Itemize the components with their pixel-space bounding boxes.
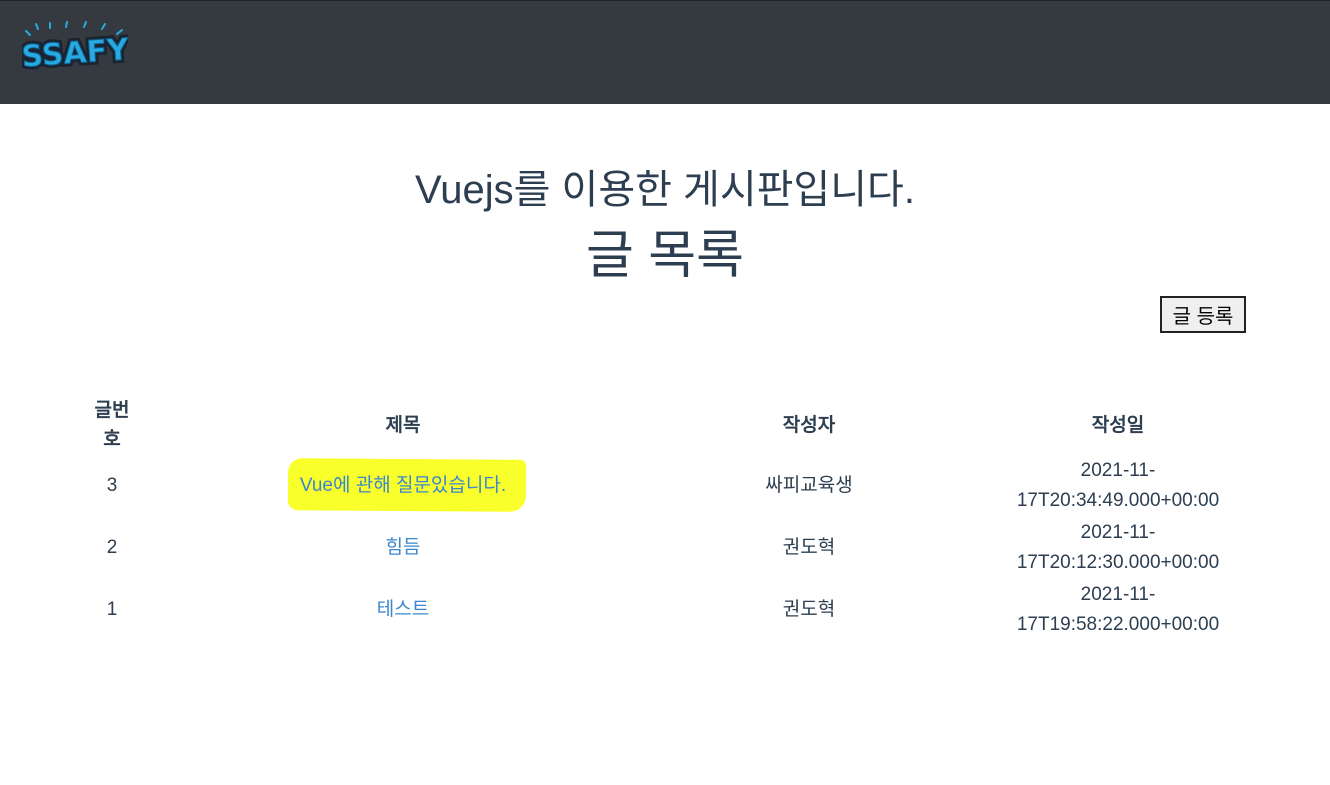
post-title-link[interactable]: 힘듬 — [386, 537, 421, 558]
post-list-table: 글번호 제목 작성자 작성일 3 Vue에 관해 질문있습니다. 싸피교육생 2… — [64, 395, 1264, 641]
post-date-cell: 2021-11-17T20:34:49.000+00:00 — [972, 455, 1264, 517]
post-date-cell: 2021-11-17T19:58:22.000+00:00 — [972, 579, 1264, 641]
post-no: 3 — [106, 475, 118, 496]
post-title-cell: 테스트 — [160, 579, 646, 641]
ssafy-logo[interactable]: SSAFY SSAFY — [17, 21, 134, 78]
post-title-link[interactable]: Vue에 관해 질문있습니다. — [300, 475, 506, 496]
post-date-cell: 2021-11-17T20:12:30.000+00:00 — [972, 517, 1264, 579]
post-no: 2 — [106, 537, 118, 558]
post-title-link[interactable]: 테스트 — [377, 599, 429, 620]
post-title-cell: 힘듬 — [160, 517, 646, 579]
post-writer: 싸피교육생 — [765, 475, 853, 496]
highlighted-title: Vue에 관해 질문있습니다. — [287, 458, 527, 512]
table-row: 2 힘듬 권도혁 2021-11-17T20:12:30.000+00:00 — [64, 517, 1264, 579]
column-header-writer: 작성자 — [782, 414, 836, 436]
post-no: 1 — [106, 599, 118, 620]
table-row: 3 Vue에 관해 질문있습니다. 싸피교육생 2021-11-17T20:34… — [64, 455, 1264, 517]
page-heading: Vuejs를 이용한 게시판입니다. — [415, 168, 915, 212]
page-title: 글 목록 — [586, 227, 744, 285]
table-row: 1 테스트 권도혁 2021-11-17T19:58:22.000+00:00 — [64, 579, 1264, 641]
post-date: 2021-11-17T19:58:22.000+00:00 — [1016, 584, 1220, 635]
register-post-button[interactable]: 글 등록 — [1160, 296, 1246, 333]
column-header-date: 작성일 — [1091, 414, 1145, 436]
column-header-no: 글번호 — [94, 400, 130, 450]
svg-text:SSAFY: SSAFY — [22, 32, 128, 74]
post-title-cell: Vue에 관해 질문있습니다. — [160, 455, 646, 517]
post-writer: 권도혁 — [782, 537, 836, 558]
table-header-row: 글번호 제목 작성자 작성일 — [64, 395, 1264, 455]
post-date: 2021-11-17T20:34:49.000+00:00 — [1016, 460, 1220, 511]
post-date: 2021-11-17T20:12:30.000+00:00 — [1016, 522, 1220, 573]
post-writer: 권도혁 — [782, 599, 836, 620]
top-navbar: SSAFY SSAFY — [0, 0, 1330, 104]
column-header-title: 제목 — [385, 414, 421, 436]
